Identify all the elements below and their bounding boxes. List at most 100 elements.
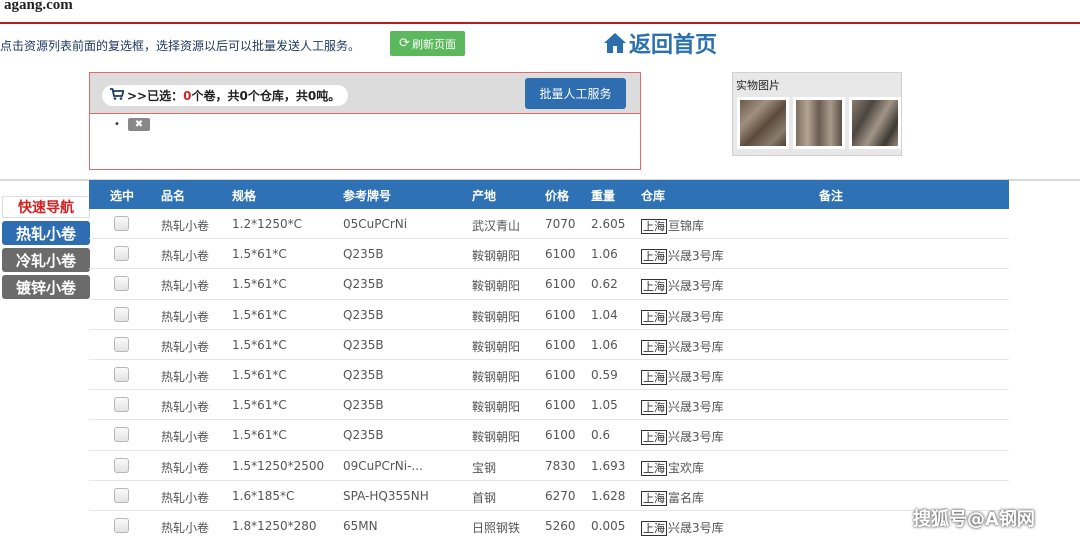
cell-origin: 鞍钢朝阳 bbox=[472, 430, 521, 445]
cell-spec: 1.8*1250*280 bbox=[232, 518, 317, 533]
selection-summary: >>已选： 0 个卷，共 0 个仓库，共 0 吨。 bbox=[102, 85, 349, 106]
header-price: 价格 bbox=[545, 189, 570, 203]
tons-unit: 吨。 bbox=[316, 89, 341, 103]
city-tag: 上海 bbox=[641, 400, 667, 416]
warehouse-name: 兴晟3号库 bbox=[668, 309, 724, 324]
cell-origin: 武汉青山 bbox=[472, 219, 521, 233]
cell-weight: 1.693 bbox=[591, 458, 626, 473]
row-checkbox[interactable] bbox=[114, 216, 129, 231]
coil-photo bbox=[796, 100, 842, 146]
row-checkbox[interactable] bbox=[114, 336, 129, 352]
rolls-unit: 个卷，共 bbox=[191, 89, 240, 103]
row-checkbox[interactable] bbox=[114, 487, 129, 503]
cell-spec: 1.5*1250*2500 bbox=[232, 458, 325, 473]
cell-grade: 05CuPCrNi bbox=[343, 217, 408, 231]
cell-spec: 1.6*185*C bbox=[232, 488, 295, 503]
watermark: 搜狐号@A钢网 bbox=[913, 509, 1035, 530]
cell-spec: 1.5*61*C bbox=[232, 428, 287, 443]
photo-thumbnail[interactable] bbox=[793, 97, 845, 149]
quick-nav-cold-rolled[interactable]: 冷轧小卷 bbox=[2, 248, 90, 272]
cell-weight: 2.605 bbox=[591, 217, 626, 231]
cell-spec: 1.5*61*C bbox=[232, 247, 287, 262]
photo-thumbnail[interactable] bbox=[737, 97, 789, 149]
quick-nav-title: 快速导航 bbox=[2, 196, 90, 218]
refresh-button[interactable]: ⟳ 刷新页面 bbox=[390, 31, 465, 56]
refresh-label: 刷新页面 bbox=[411, 37, 456, 51]
row-checkbox[interactable] bbox=[114, 517, 129, 533]
cell-spec: 1.2*1250*C bbox=[232, 217, 303, 231]
coil-photo bbox=[852, 100, 898, 146]
city-tag: 上海 bbox=[641, 369, 667, 385]
resource-table: 选中 品名 规格 参考牌号 产地 价格 重量 仓库 备注 热轧小卷 1.2*125… bbox=[89, 180, 1009, 539]
cell-price: 6100 bbox=[545, 307, 576, 322]
cell-weight: 0.62 bbox=[591, 277, 618, 292]
cell-grade: Q235B bbox=[343, 428, 384, 443]
selected-tons: 0 bbox=[307, 88, 317, 103]
selection-prefix: >>已选： bbox=[127, 89, 184, 103]
coil-photo bbox=[740, 100, 786, 146]
row-checkbox[interactable] bbox=[114, 306, 129, 322]
table-row: 热轧小卷 1.5*61*C Q235B 鞍钢朝阳 6100 1.04 上海 兴晟3号库 bbox=[89, 300, 1009, 330]
cell-origin: 日照钢铁 bbox=[472, 520, 521, 535]
cell-grade: 09CuPCrNi-... bbox=[343, 458, 423, 473]
cell-weight: 1.04 bbox=[591, 307, 618, 322]
cell-origin: 首钢 bbox=[472, 490, 497, 505]
photo-thumbnail[interactable] bbox=[849, 97, 901, 149]
cell-weight: 0.6 bbox=[591, 428, 611, 443]
cell-origin: 鞍钢朝阳 bbox=[472, 249, 521, 264]
quick-nav-hot-rolled[interactable]: 热轧小卷 bbox=[2, 221, 90, 245]
row-checkbox[interactable] bbox=[114, 246, 129, 262]
cell-spec: 1.5*61*C bbox=[232, 307, 287, 322]
quick-nav-galvanized[interactable]: 镀锌小卷 bbox=[2, 275, 90, 299]
cell-name: 热轧小卷 bbox=[161, 369, 210, 384]
cell-warehouse: 上海 兴晟3号库 bbox=[641, 368, 724, 385]
cell-name: 热轧小卷 bbox=[161, 279, 210, 294]
batch-service-button[interactable]: 批量人工服务 bbox=[525, 78, 626, 109]
cell-price: 6100 bbox=[545, 398, 576, 413]
row-checkbox[interactable] bbox=[114, 276, 129, 292]
cell-spec: 1.5*61*C bbox=[232, 398, 287, 413]
cell-grade: SPA-HQ355NH bbox=[343, 488, 429, 503]
cell-origin: 鞍钢朝阳 bbox=[472, 309, 521, 324]
cell-weight: 0.59 bbox=[591, 367, 618, 382]
cell-origin: 宝钢 bbox=[472, 460, 497, 475]
cell-grade: Q235B bbox=[343, 247, 384, 262]
warehouse-name: 兴晟3号库 bbox=[668, 520, 724, 535]
warehouse-name: 兴晟3号库 bbox=[668, 279, 724, 294]
table-row: 热轧小卷 1.2*1250*C 05CuPCrNi 武汉青山 7070 2.605 上海 亘锦… bbox=[89, 209, 1009, 240]
city-tag: 上海 bbox=[641, 309, 667, 325]
selection-header: >>已选： 0 个卷，共 0 个仓库，共 0 吨。 批量人工服务 bbox=[90, 73, 640, 114]
cell-origin: 鞍钢朝阳 bbox=[472, 400, 521, 415]
row-checkbox[interactable] bbox=[114, 457, 129, 473]
photo-thumbnails bbox=[733, 97, 901, 149]
site-logo[interactable]: agang.com bbox=[0, 0, 108, 14]
cell-price: 6100 bbox=[545, 247, 576, 262]
cell-warehouse: 上海 兴晟3号库 bbox=[641, 308, 724, 325]
cell-origin: 鞍钢朝阳 bbox=[472, 339, 521, 354]
cell-weight: 0.005 bbox=[591, 518, 626, 533]
row-checkbox[interactable] bbox=[114, 427, 129, 443]
warehouse-name: 富名库 bbox=[668, 490, 705, 505]
photos-title: 实物图片 bbox=[736, 79, 780, 92]
cell-name: 热轧小卷 bbox=[161, 430, 210, 445]
warehouses-unit: 个仓库，共 bbox=[247, 89, 308, 103]
cell-price: 6100 bbox=[545, 277, 576, 292]
row-checkbox[interactable] bbox=[114, 397, 129, 413]
row-checkbox[interactable] bbox=[114, 366, 129, 382]
home-link[interactable]: 返回首页 bbox=[603, 27, 717, 59]
table-row: 热轧小卷 1.5*61*C Q235B 鞍钢朝阳 6100 1.06 上海 兴晟3号库 bbox=[89, 239, 1009, 270]
city-tag: 上海 bbox=[641, 430, 667, 446]
top-divider bbox=[0, 22, 1080, 24]
cell-name: 热轧小卷 bbox=[161, 490, 210, 505]
cell-warehouse: 上海 兴晟3号库 bbox=[641, 519, 724, 536]
table-row: 热轧小卷 1.5*61*C Q235B 鞍钢朝阳 6100 1.05 上海 兴晟3号库 bbox=[89, 390, 1009, 421]
warehouse-name: 兴晟3号库 bbox=[668, 369, 724, 384]
remove-button[interactable]: ✖ bbox=[128, 118, 150, 131]
table-row: 热轧小卷 1.5*61*C Q235B 鞍钢朝阳 6100 0.62 上海 兴晟3号库 bbox=[89, 269, 1009, 300]
header-remarks: 备注 bbox=[819, 189, 844, 203]
cell-grade: 65MN bbox=[343, 518, 378, 533]
cell-warehouse: 上海 兴晟3号库 bbox=[641, 428, 724, 446]
cell-name: 热轧小卷 bbox=[161, 249, 210, 264]
cell-warehouse: 上海 兴晟3号库 bbox=[641, 247, 724, 265]
warehouse-name: 兴晟3号库 bbox=[668, 249, 724, 264]
